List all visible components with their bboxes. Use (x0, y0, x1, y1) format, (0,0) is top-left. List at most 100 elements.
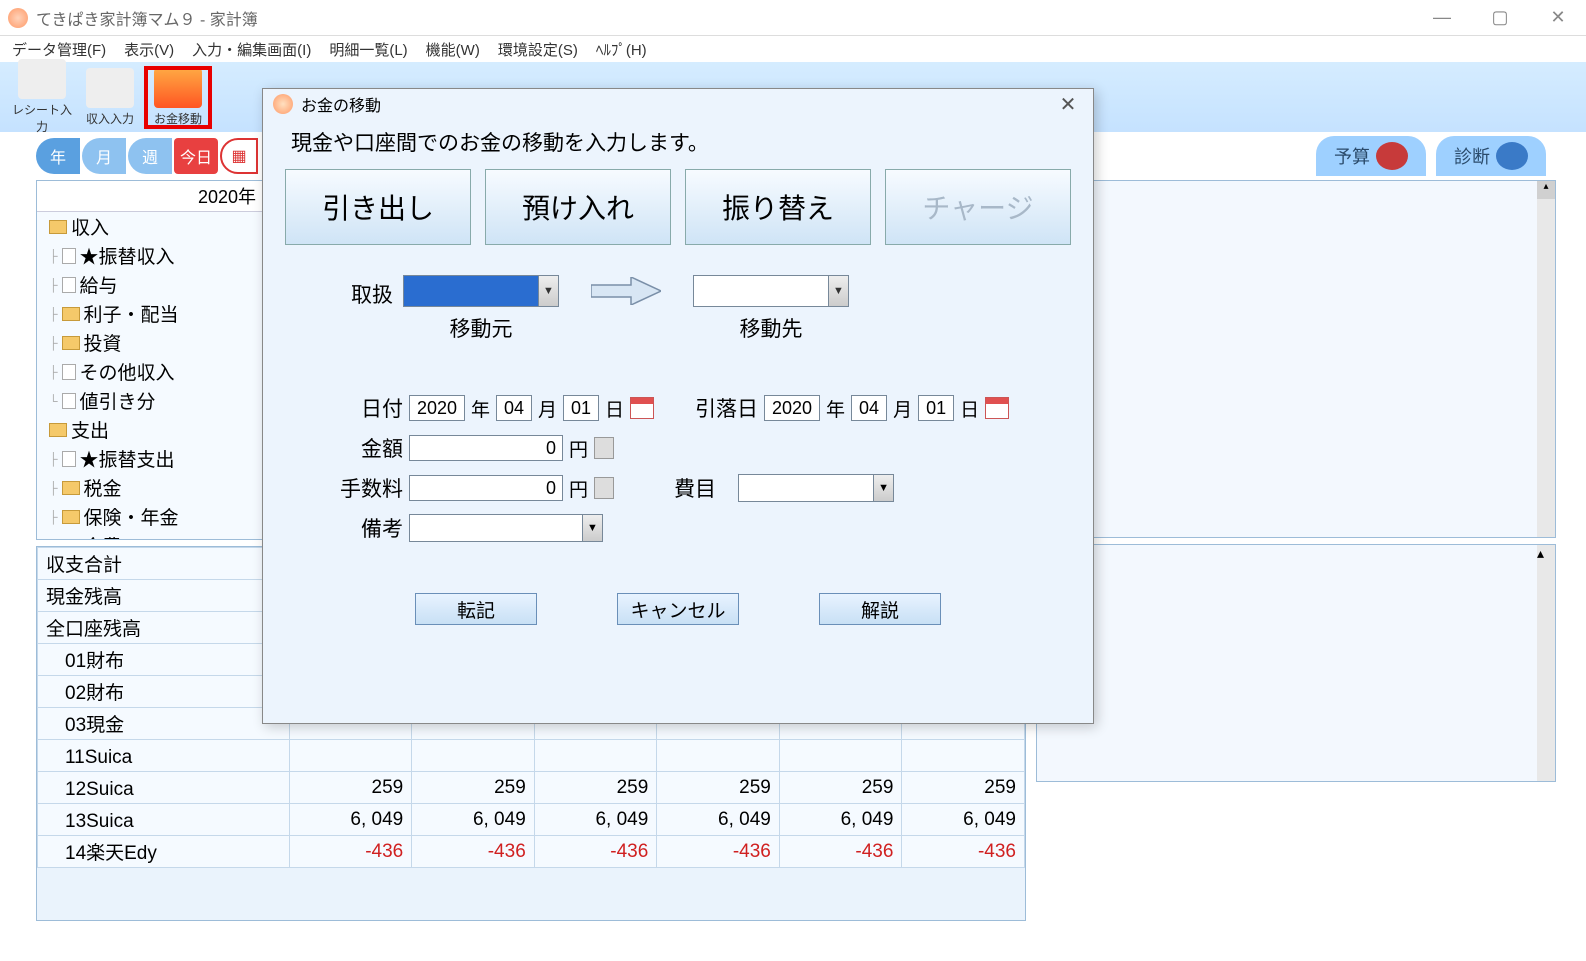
cell-value (534, 740, 657, 772)
tree-item[interactable]: ├食費 (49, 531, 266, 539)
calendar-icon[interactable] (630, 397, 654, 419)
date-year-input[interactable] (409, 395, 465, 421)
menu-data[interactable]: データ管理(F) (12, 39, 106, 60)
tree-item[interactable]: ├★振替収入 (49, 241, 266, 270)
unit-day: 日 (960, 395, 979, 422)
menu-help[interactable]: ﾍﾙﾌﾟ(H) (596, 39, 647, 60)
row-label: 14楽天Edy (38, 836, 290, 868)
unit-month: 月 (893, 395, 912, 422)
cell-value: -436 (779, 836, 902, 868)
date-month-input[interactable] (496, 395, 532, 421)
source-account-select[interactable]: ▼ (403, 275, 559, 307)
cell-value: 6, 049 (534, 804, 657, 836)
calculator-icon[interactable] (594, 477, 614, 499)
post-button[interactable]: 転記 (415, 593, 537, 625)
dialog-description: 現金や口座間でのお金の移動を入力します。 (263, 119, 1093, 169)
calendar-icon[interactable] (985, 397, 1009, 419)
toolbar-money-transfer[interactable]: お金移動 (146, 68, 210, 127)
minimize-button[interactable]: — (1422, 7, 1462, 28)
tree-item[interactable]: ├保険・年金 (49, 502, 266, 531)
close-button[interactable]: ✕ (1538, 7, 1578, 28)
nav-week[interactable]: 週 (128, 138, 172, 174)
tab-diagnosis[interactable]: 診断 (1436, 136, 1546, 176)
toolbar-income-input[interactable]: 収入入力 (78, 68, 142, 127)
dest-account-select[interactable]: ▼ (693, 275, 849, 307)
window-title: てきぱき家計簿マム９ - 家計簿 (36, 6, 1422, 30)
cell-value: -436 (412, 836, 535, 868)
debit-day-input[interactable] (918, 395, 954, 421)
nav-today[interactable]: 今日 (174, 138, 218, 174)
row-label: 全口座残高 (38, 612, 290, 644)
row-label: 13Suica (38, 804, 290, 836)
cancel-button[interactable]: キャンセル (617, 593, 739, 625)
amount-input[interactable] (409, 435, 563, 461)
dest-label: 移動先 (693, 313, 849, 343)
unit-yen: 円 (569, 435, 588, 462)
memo-combo[interactable]: ▼ (409, 514, 603, 542)
menu-func[interactable]: 機能(W) (426, 39, 480, 60)
nav-year[interactable]: 年 (36, 138, 80, 174)
tab-budget[interactable]: 予算 (1316, 136, 1426, 176)
menu-input[interactable]: 入力・編集画面(I) (192, 39, 311, 60)
cell-value (657, 740, 780, 772)
dialog-body: 取扱 ▼ 移動元 ▼ 移動先 日付 年 月 日 (263, 245, 1093, 625)
toolbar-receipt-input[interactable]: レシート入力 (10, 59, 74, 135)
cell-value: 259 (779, 772, 902, 804)
date-day-input[interactable] (563, 395, 599, 421)
calculator-icon[interactable] (594, 437, 614, 459)
help-button[interactable]: 解説 (819, 593, 941, 625)
scrollbar[interactable]: ▴ (1537, 545, 1555, 781)
toolbar-transfer-label: お金移動 (154, 112, 202, 126)
nav-month[interactable]: 月 (82, 138, 126, 174)
row-label: 現金残高 (38, 580, 290, 612)
fee-input[interactable] (409, 475, 563, 501)
chevron-down-icon: ▼ (582, 515, 602, 541)
scrollbar[interactable]: ▴ (1537, 181, 1555, 537)
tree-income-root[interactable]: 収入 (49, 212, 266, 241)
dialog-tabs: 引き出し 預け入れ 振り替え チャージ (263, 169, 1093, 245)
maximize-button[interactable]: ▢ (1480, 7, 1520, 28)
tree-item[interactable]: ├その他収入 (49, 357, 266, 386)
label-amount: 金額 (333, 433, 403, 463)
category-tree[interactable]: 2020年 収入 ├★振替収入 ├給与 ├利子・配当 ├投資 ├その他収入 └値… (37, 181, 267, 539)
debit-year-input[interactable] (764, 395, 820, 421)
tree-item[interactable]: ├★振替支出 (49, 444, 266, 473)
unit-yen: 円 (569, 475, 588, 502)
tree-item[interactable]: ├投資 (49, 328, 266, 357)
row-label: 02財布 (38, 676, 290, 708)
folder-icon (49, 220, 67, 234)
tab-charge[interactable]: チャージ (885, 169, 1071, 245)
folder-icon (62, 307, 80, 321)
scroll-up-icon[interactable]: ▴ (1537, 181, 1555, 199)
dialog-app-icon (273, 94, 293, 114)
source-label: 移動元 (403, 313, 559, 343)
table-row: 13Suica6, 0496, 0496, 0496, 0496, 0496, … (38, 804, 1025, 836)
dialog-close-button[interactable]: ✕ (1053, 92, 1083, 117)
transfer-icon (154, 68, 202, 108)
table-row: 12Suica259259259259259259 (38, 772, 1025, 804)
row-label: 11Suica (38, 740, 290, 772)
tab-transfer[interactable]: 振り替え (685, 169, 871, 245)
category-select[interactable]: ▼ (738, 474, 894, 502)
tree-item[interactable]: ├税金 (49, 473, 266, 502)
nav-calendar-icon[interactable]: ▦ (220, 138, 258, 174)
doc-icon (62, 364, 76, 380)
tree-item[interactable]: ├利子・配当 (49, 299, 266, 328)
tree-expense-root[interactable]: 支出 (49, 415, 266, 444)
scroll-up-icon[interactable]: ▴ (1537, 545, 1555, 562)
cell-value (902, 740, 1025, 772)
tree-item[interactable]: └値引き分 (49, 386, 266, 415)
tab-withdraw[interactable]: 引き出し (285, 169, 471, 245)
chevron-down-icon: ▼ (873, 475, 893, 501)
chevron-down-icon: ▼ (538, 276, 558, 306)
tab-deposit[interactable]: 預け入れ (485, 169, 671, 245)
cell-value: 259 (902, 772, 1025, 804)
tree-item[interactable]: ├給与 (49, 270, 266, 299)
dialog-titlebar: お金の移動 ✕ (263, 89, 1093, 119)
debit-month-input[interactable] (851, 395, 887, 421)
right-panel-top: ▴ (1036, 180, 1556, 538)
menu-view[interactable]: 表示(V) (124, 39, 174, 60)
cell-value: 6, 049 (412, 804, 535, 836)
menu-detail[interactable]: 明細一覧(L) (329, 39, 407, 60)
menu-env[interactable]: 環境設定(S) (498, 39, 578, 60)
